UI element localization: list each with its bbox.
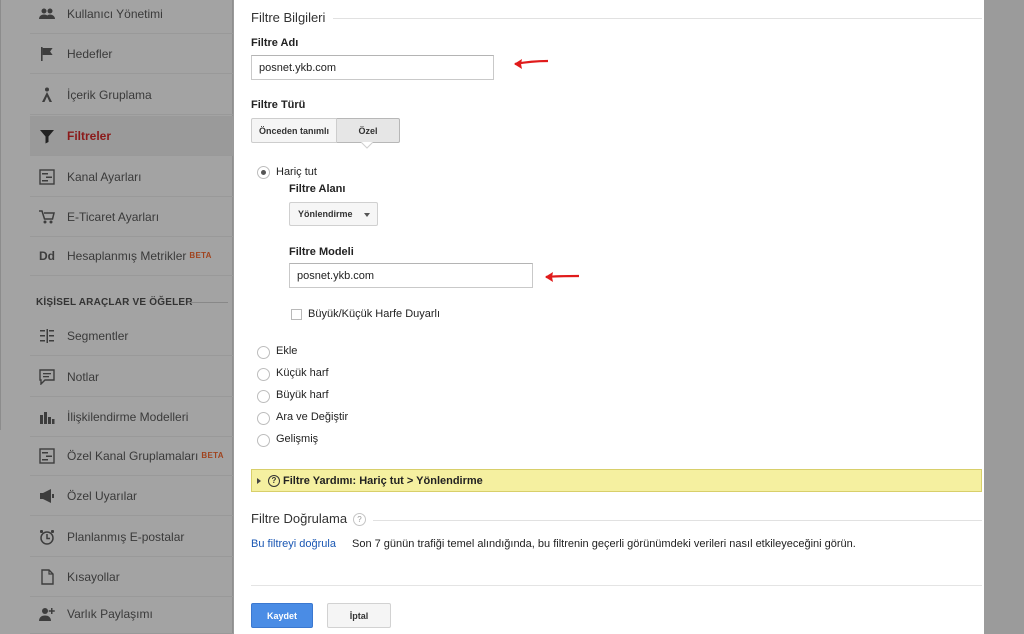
clock-icon: [36, 529, 58, 545]
sidebar-item-shortcuts[interactable]: Kısayollar: [30, 557, 233, 597]
add-user-icon: [36, 606, 58, 622]
section-title-filter-info: Filtre Bilgileri: [251, 10, 326, 25]
content-grouping-icon: [36, 87, 58, 103]
radio-advanced[interactable]: [257, 434, 270, 447]
annotation-arrow-icon: [514, 59, 549, 69]
beta-badge: BETA: [201, 451, 224, 460]
radio-search-replace-label: Ara ve Değiştir: [276, 411, 349, 423]
channel-settings-icon: [36, 168, 58, 185]
sidebar-item-calculated-metrics[interactable]: Dd Hesaplanmış Metrikler BETA: [30, 236, 233, 276]
filter-help-text: Filtre Yardımı: Hariç tut > Yönlendirme: [283, 474, 483, 487]
sidebar-item-scheduled-emails[interactable]: Planlanmış E-postalar: [30, 517, 233, 557]
verify-filter-link[interactable]: Bu filtreyi doğrula: [251, 538, 336, 550]
sidebar-item-ecommerce-settings[interactable]: E-Ticaret Ayarları: [30, 197, 233, 237]
sidebar-item-label: Özel Uyarılar: [67, 488, 138, 503]
filter-help-bar[interactable]: ? Filtre Yardımı: Hariç tut > Yönlendirm…: [251, 469, 982, 492]
chevron-down-icon: [364, 213, 370, 217]
beta-badge: BETA: [189, 251, 212, 260]
sidebar-item-content-grouping[interactable]: İçerik Gruplama: [30, 75, 233, 115]
filter-type-toggle: Önceden tanımlı Özel: [251, 118, 400, 143]
calculated-metrics-icon: Dd: [39, 248, 55, 263]
cart-icon: [36, 209, 58, 225]
sidebar: Kullanıcı Yönetimi Hedefler İçerik Grupl…: [0, 0, 233, 634]
filter-name-input[interactable]: [251, 55, 494, 80]
sidebar-item-label: Planlanmış E-postalar: [67, 529, 185, 544]
sidebar-item-custom-alerts[interactable]: Özel Uyarılar: [30, 476, 233, 516]
expand-triangle-icon: [257, 477, 261, 484]
filter-icon: [36, 128, 58, 144]
sidebar-divider: [0, 0, 1, 430]
notes-icon: [36, 368, 58, 385]
sidebar-item-label: Kullanıcı Yönetimi: [67, 6, 163, 21]
sidebar-item-label: E-Ticaret Ayarları: [67, 209, 160, 224]
selected-pointer-icon: [361, 142, 373, 149]
section-divider: [333, 18, 982, 19]
segments-icon: [36, 328, 58, 344]
filter-type-custom-button[interactable]: Özel: [337, 118, 400, 143]
annotation-arrow-icon: [545, 272, 580, 282]
sidebar-item-asset-sharing[interactable]: Varlık Paylaşımı: [30, 594, 233, 634]
sidebar-item-label: Filtreler: [67, 128, 112, 143]
users-icon: [36, 6, 58, 22]
sidebar-item-label: Hedefler: [67, 46, 113, 61]
case-sensitive-checkbox[interactable]: [291, 309, 302, 320]
sidebar-item-channel-settings[interactable]: Kanal Ayarları: [30, 157, 233, 197]
filter-pattern-input[interactable]: [289, 263, 533, 288]
sidebar-item-label: İlişkilendirme Modelleri: [67, 409, 189, 424]
sidebar-section-title: KİŞİSEL ARAÇLAR VE ÖĞELER: [36, 297, 193, 308]
sidebar-item-label: Varlık Paylaşımı: [67, 606, 153, 621]
filter-type-label: Filtre Türü: [251, 99, 306, 111]
section-divider: [373, 520, 982, 521]
footer-divider: [251, 585, 982, 586]
radio-exclude-label: Hariç tut: [276, 166, 317, 178]
radio-search-replace[interactable]: [257, 412, 270, 425]
section-divider: [188, 302, 228, 303]
radio-lowercase[interactable]: [257, 368, 270, 381]
filter-name-label: Filtre Adı: [251, 37, 299, 49]
sidebar-item-label: Notlar: [67, 369, 100, 384]
cancel-button[interactable]: İptal: [327, 603, 391, 628]
filter-field-label: Filtre Alanı: [289, 183, 346, 195]
shortcut-icon: [36, 568, 58, 585]
verify-description: Son 7 günün trafiği temel alındığında, b…: [352, 538, 856, 550]
filter-field-select[interactable]: Yönlendirme: [289, 202, 378, 226]
help-icon[interactable]: ?: [353, 513, 366, 526]
radio-include-label: Ekle: [276, 345, 298, 357]
case-sensitive-label: Büyük/Küçük Harfe Duyarlı: [308, 308, 441, 320]
sidebar-item-filters[interactable]: Filtreler: [30, 116, 233, 156]
custom-channel-icon: [36, 447, 58, 464]
filter-pattern-label: Filtre Modeli: [289, 246, 354, 258]
sidebar-item-goals[interactable]: Hedefler: [30, 34, 233, 74]
sidebar-item-segments[interactable]: Segmentler: [30, 316, 233, 356]
flag-icon: [36, 46, 58, 62]
attribution-icon: [36, 409, 58, 425]
radio-uppercase-label: Büyük harf: [276, 389, 329, 401]
sidebar-item-notes[interactable]: Notlar: [30, 357, 233, 397]
sidebar-item-custom-channel-groupings[interactable]: Özel Kanal Gruplamaları BETA: [30, 436, 233, 476]
section-title-verification: Filtre Doğrulama: [251, 511, 348, 526]
sidebar-item-label: İçerik Gruplama: [67, 87, 152, 102]
radio-exclude[interactable]: [257, 166, 270, 179]
filter-type-predefined-button[interactable]: Önceden tanımlı: [251, 118, 337, 143]
megaphone-icon: [36, 488, 58, 504]
sidebar-item-label: Kanal Ayarları: [67, 169, 142, 184]
radio-uppercase[interactable]: [257, 390, 270, 403]
sidebar-item-label: Özel Kanal Gruplamaları: [67, 448, 199, 463]
sidebar-item-user-management[interactable]: Kullanıcı Yönetimi: [30, 0, 233, 34]
sidebar-item-label: Hesaplanmış Metrikler: [67, 248, 187, 263]
help-icon: ?: [268, 474, 280, 487]
radio-include[interactable]: [257, 346, 270, 359]
right-backdrop: [984, 0, 1024, 634]
radio-lowercase-label: Küçük harf: [276, 367, 329, 379]
sidebar-item-attribution-models[interactable]: İlişkilendirme Modelleri: [30, 397, 233, 437]
sidebar-item-label: Kısayollar: [67, 569, 120, 584]
sidebar-item-label: Segmentler: [67, 328, 129, 343]
filter-field-selected-value: Yönlendirme: [298, 209, 353, 219]
save-button[interactable]: Kaydet: [251, 603, 313, 628]
radio-advanced-label: Gelişmiş: [276, 433, 319, 445]
